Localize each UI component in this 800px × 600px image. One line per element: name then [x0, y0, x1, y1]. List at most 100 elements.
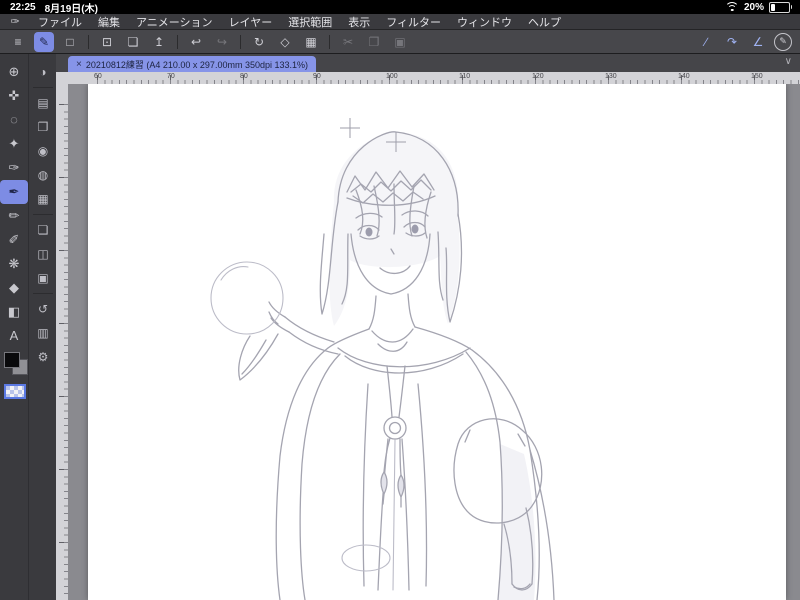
- toolbar-divider: [329, 34, 330, 49]
- operation-select-button[interactable]: ✎: [34, 31, 54, 52]
- open-file-button[interactable]: ❏: [123, 32, 143, 52]
- menu-help[interactable]: ヘルプ: [528, 14, 561, 30]
- trim-canvas-button[interactable]: ▦: [301, 32, 321, 52]
- color-set-panel-button[interactable]: ▦: [29, 187, 57, 211]
- tool-column: ⊕ ✜ ◌ ✦ ✑ ✒ ✏ ✐ ❋ ◆ ◧ A: [0, 54, 28, 600]
- two-tone-circle-icon: ◑: [39, 65, 47, 79]
- magic-wand-icon: ✦: [8, 136, 20, 151]
- ruler-number: 110: [459, 73, 471, 80]
- fill-bucket-icon: ◧: [7, 304, 21, 319]
- sub-tool-icon: ❐: [37, 120, 49, 134]
- ruler-number: 90: [313, 73, 321, 80]
- grid-snap-icon: ∠: [752, 34, 764, 49]
- menu-window[interactable]: ウィンドウ: [457, 14, 512, 30]
- rotate-icon: ↻: [253, 34, 265, 49]
- share-icon: ↥: [153, 34, 165, 49]
- paste-button[interactable]: ▣: [390, 32, 410, 52]
- settings-panel-button[interactable]: ⚙: [29, 345, 57, 369]
- ruler-number: 130: [605, 73, 617, 80]
- navigator-icon: ▣: [37, 271, 49, 285]
- canvas-page[interactable]: [88, 84, 786, 600]
- snap-to-ruler-button[interactable]: ∕: [696, 32, 716, 52]
- document-tab[interactable]: × 20210812練習 (A4 210.00 x 297.00mm 350dp…: [68, 56, 316, 72]
- toolbar-divider: [240, 34, 241, 49]
- fill-tool-button[interactable]: ◧: [0, 300, 28, 324]
- panel-divider: [33, 214, 53, 215]
- color-indicator-button[interactable]: ◑: [29, 60, 57, 84]
- airbrush-tool-button[interactable]: ❋: [0, 252, 28, 276]
- color-set-icon: ▦: [37, 192, 49, 206]
- redo-button[interactable]: ↪: [212, 32, 232, 52]
- quick-access-panel-button[interactable]: ▤: [29, 91, 57, 115]
- snap-to-grid-button[interactable]: ∠: [748, 32, 768, 52]
- command-toolbar: ≡ ✎ □ ⊡ ❏ ↥ ↩ ↪ ↻ ◇ ▦ ✂ ❐ ▣ ∕ ↷ ∠ ✎: [0, 30, 800, 54]
- pen-tool-button[interactable]: ✒: [0, 180, 28, 204]
- material-icon: ▥: [37, 326, 49, 340]
- zoom-tool-button[interactable]: ⊕: [0, 60, 28, 84]
- eyedropper-tool-button[interactable]: ✑: [0, 156, 28, 180]
- eraser-tool-button[interactable]: ◆: [0, 276, 28, 300]
- sub-tool-panel-button[interactable]: ❐: [29, 115, 57, 139]
- menu-edit[interactable]: 編集: [98, 14, 120, 30]
- menu-file[interactable]: ファイル: [38, 14, 82, 30]
- close-tab-icon[interactable]: ×: [76, 59, 82, 70]
- material-panel-button[interactable]: ▥: [29, 321, 57, 345]
- circled-pen-icon: ✎: [779, 35, 787, 46]
- quick-access-icon: ▤: [37, 96, 49, 110]
- transparent-color-swatch[interactable]: [4, 384, 26, 399]
- date-label: 8月19日(木): [44, 3, 98, 15]
- menu-view[interactable]: 表示: [348, 14, 370, 30]
- undo-button[interactable]: ↩: [186, 32, 206, 52]
- menu-layer[interactable]: レイヤー: [229, 14, 273, 30]
- copy-icon: ❐: [368, 34, 380, 49]
- trim-icon: ▦: [305, 34, 317, 49]
- move-tool-button[interactable]: ✜: [0, 84, 28, 108]
- snap-to-special-ruler-button[interactable]: ↷: [722, 32, 742, 52]
- tab-list-chevron-icon[interactable]: ∨: [785, 56, 792, 67]
- assistant-pen-button[interactable]: ✎: [774, 32, 792, 51]
- navigator-panel-button[interactable]: ▣: [29, 266, 57, 290]
- diamond-icon: ◇: [280, 34, 290, 49]
- gear-icon: ⚙: [37, 350, 49, 364]
- export-device-button[interactable]: ⊡: [97, 32, 117, 52]
- auto-select-tool-button[interactable]: ✦: [0, 132, 28, 156]
- cut-button[interactable]: ✂: [338, 32, 358, 52]
- layer-property-icon: ◫: [37, 247, 49, 261]
- menu-filter[interactable]: フィルター: [386, 14, 441, 30]
- history-panel-button[interactable]: ↺: [29, 297, 57, 321]
- color-wheel-panel-button[interactable]: ◍: [29, 163, 57, 187]
- history-icon: ↺: [37, 302, 49, 316]
- ipad-status-bar: 22:25 8月19日(木) 20%: [0, 0, 800, 15]
- layer-property-panel-button[interactable]: ◫: [29, 242, 57, 266]
- battery-icon: [769, 1, 792, 13]
- share-file-button[interactable]: ↥: [149, 32, 169, 52]
- document-tab-bar: × 20210812練習 (A4 210.00 x 297.00mm 350dp…: [56, 54, 800, 73]
- text-icon: A: [9, 328, 19, 343]
- transform-button[interactable]: □: [60, 32, 80, 52]
- pencil-tool-button[interactable]: ✏: [0, 204, 28, 228]
- selection-tool-button[interactable]: ◌: [0, 108, 28, 132]
- undo-arrow-icon: ↩: [190, 34, 202, 49]
- brush-size-panel-button[interactable]: ◉: [29, 139, 57, 163]
- rotate-view-button[interactable]: ↻: [249, 32, 269, 52]
- copy-button[interactable]: ❐: [364, 32, 384, 52]
- battery-percent: 20%: [743, 1, 764, 13]
- eraser-icon: ◆: [9, 280, 19, 295]
- panel-strip: ◑ ▤ ❐ ◉ ◍ ▦ ❏ ◫ ▣ ↺ ▥ ⚙: [28, 54, 57, 600]
- ruler-number: 120: [532, 73, 544, 80]
- panel-divider: [33, 87, 53, 88]
- text-tool-button[interactable]: A: [0, 324, 28, 348]
- tool-sidebar: ⊕ ✜ ◌ ✦ ✑ ✒ ✏ ✐ ❋ ◆ ◧ A ◑ ▤ ❐ ◉ ◍ ▦ ❏ ◫ …: [0, 54, 57, 600]
- main-color-swatch[interactable]: [4, 352, 20, 368]
- document-title: 20210812練習 (A4 210.00 x 297.00mm 350dpi …: [85, 59, 308, 70]
- main-menu-button[interactable]: ≡: [8, 32, 28, 52]
- move-cross-icon: ✜: [8, 88, 20, 103]
- canvas-viewport[interactable]: [68, 84, 800, 600]
- layer-panel-button[interactable]: ❏: [29, 218, 57, 242]
- toolbar-divider: [88, 34, 89, 49]
- clear-canvas-button[interactable]: ◇: [275, 32, 295, 52]
- menu-selection[interactable]: 選択範囲: [288, 14, 332, 30]
- ruler-number: 60: [94, 73, 102, 80]
- brush-tool-button[interactable]: ✐: [0, 228, 28, 252]
- menu-animation[interactable]: アニメーション: [136, 14, 213, 30]
